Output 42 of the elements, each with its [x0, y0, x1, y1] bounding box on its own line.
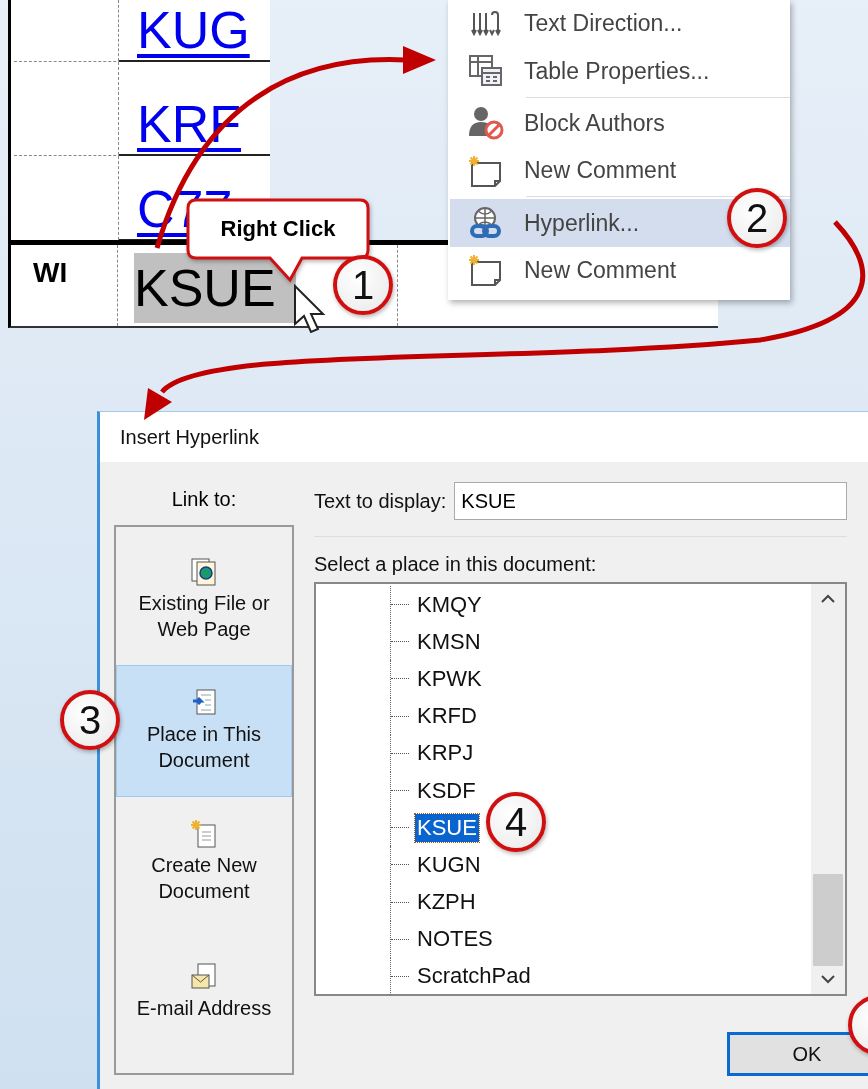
dialog-title: Insert Hyperlink: [120, 425, 259, 449]
new-comment-icon: [468, 154, 504, 187]
tree-item[interactable]: KMSN: [415, 627, 483, 656]
block-user-icon: [468, 106, 504, 141]
scroll-down-icon[interactable]: [821, 974, 835, 984]
tree-item[interactable]: KPWK: [415, 664, 484, 693]
scroll-up-icon[interactable]: [821, 594, 835, 604]
tree-item[interactable]: KZPH: [415, 888, 478, 917]
tree-item[interactable]: KRFD: [415, 702, 479, 731]
tree-item[interactable]: KRPJ: [415, 739, 476, 768]
email-icon: [191, 963, 217, 991]
link-to-label: Link to:: [171, 488, 237, 511]
tree-item[interactable]: ScratchPad: [415, 962, 533, 991]
hyperlink-icon: [469, 206, 503, 240]
document-place-icon: [191, 689, 217, 717]
menu-item[interactable]: Text Direction...: [450, 0, 790, 48]
scroll-thumb[interactable]: [813, 874, 843, 966]
scrollbar[interactable]: [811, 584, 845, 994]
link-to-option[interactable]: Existing File or Web Page: [116, 535, 292, 665]
tree-item[interactable]: KSDF: [415, 776, 478, 805]
places-label: Select a place in this document:: [314, 553, 598, 576]
hyperlink[interactable]: KUG: [137, 4, 250, 57]
tree-item[interactable]: NOTES: [415, 925, 495, 954]
text-to-display-field[interactable]: KSUE: [454, 482, 847, 520]
link-to-option[interactable]: Place in This Document: [116, 665, 292, 797]
table-cell: WI: [33, 257, 68, 288]
step-tooltip: 3: [60, 690, 120, 750]
text-to-display-label: Text to display:: [314, 489, 447, 513]
text-direction-icon: [471, 10, 501, 37]
web-file-icon: [191, 558, 217, 586]
menu-item[interactable]: Table Properties...: [450, 47, 790, 95]
tree-item[interactable]: KSUE: [415, 813, 479, 842]
table-properties-icon: [469, 55, 503, 87]
link-to-option[interactable]: E-mail Address: [116, 927, 292, 1057]
ok-button[interactable]: OK: [727, 1032, 868, 1076]
new-document-icon: [191, 820, 217, 848]
tree-item[interactable]: KMQY: [415, 590, 484, 619]
menu-item[interactable]: New Comment: [450, 246, 790, 295]
tree-item[interactable]: KUGN: [415, 850, 483, 879]
link-to-option[interactable]: Create New Document: [116, 797, 292, 927]
new-comment-icon: [468, 254, 504, 287]
menu-item[interactable]: Block Authors: [450, 99, 790, 147]
